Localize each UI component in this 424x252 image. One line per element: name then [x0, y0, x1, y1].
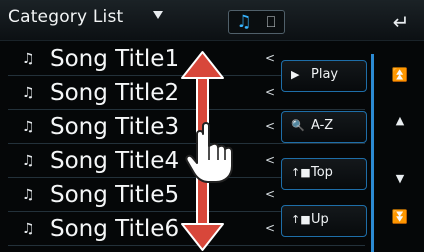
music-note-icon: ♫ [22, 119, 35, 135]
music-note-icon: ♫ [22, 51, 35, 67]
song-title-label: Song Title1 [50, 46, 180, 72]
top-folder-icon: ↑■ [291, 166, 311, 179]
chevron-left-icon[interactable]: < [265, 85, 275, 99]
caret-down-icon[interactable] [153, 11, 163, 19]
top-folder-label: Top [311, 165, 333, 180]
a-z-search-label: A-Z [311, 118, 334, 133]
swipe-gesture-icon [181, 51, 233, 251]
music-note-icon: ♫ [22, 221, 35, 237]
category-list-screen: Category List ♫ ⎕ ↵ ♫ Song Title1 < ♫ So… [0, 0, 424, 252]
up-folder-label: Up [311, 212, 329, 227]
song-title-label: Song Title3 [50, 114, 180, 140]
chevron-left-icon[interactable]: < [265, 187, 275, 201]
play-icon: ▶ [291, 68, 300, 81]
chevron-left-icon[interactable]: < [265, 221, 275, 235]
category-list-title[interactable]: Category List [8, 7, 123, 27]
header-bar: Category List ♫ ⎕ ↵ [0, 0, 424, 41]
play-button-label: Play [311, 67, 339, 82]
scrollbar-track[interactable] [371, 54, 374, 252]
song-title-label: Song Title4 [50, 148, 180, 174]
media-mode-toggle: ♫ ⎕ [228, 10, 285, 34]
music-note-icon: ♫ [22, 187, 35, 203]
page-up-icon[interactable]: ▲ [385, 114, 415, 136]
back-arrow-icon[interactable]: ↵ [390, 11, 412, 33]
search-icon: 🔍 [291, 119, 305, 132]
up-folder-icon: ↑■ [291, 213, 311, 226]
chevron-left-icon[interactable]: < [265, 51, 275, 65]
music-note-icon: ♫ [22, 153, 35, 169]
scroll-to-top-icon[interactable]: ⏫ [385, 68, 415, 90]
chevron-left-icon[interactable]: < [265, 119, 275, 133]
scroll-to-bottom-icon[interactable]: ⏬ [385, 210, 415, 232]
music-note-icon: ♫ [22, 85, 35, 101]
a-z-search-button[interactable]: 🔍 A-Z [281, 111, 367, 143]
up-folder-button[interactable]: ↑■ Up [281, 205, 367, 237]
song-title-label: Song Title6 [50, 216, 180, 242]
music-note-icon[interactable]: ♫ [232, 11, 256, 33]
top-folder-button[interactable]: ↑■ Top [281, 158, 367, 190]
pointing-hand-icon [185, 122, 233, 183]
chevron-left-icon[interactable]: < [265, 153, 275, 167]
song-title-label: Song Title2 [50, 80, 180, 106]
page-down-icon[interactable]: ▼ [385, 172, 415, 194]
square-icon[interactable]: ⎕ [260, 11, 282, 33]
song-title-label: Song Title5 [50, 182, 180, 208]
play-button[interactable]: ▶ Play [281, 60, 367, 92]
